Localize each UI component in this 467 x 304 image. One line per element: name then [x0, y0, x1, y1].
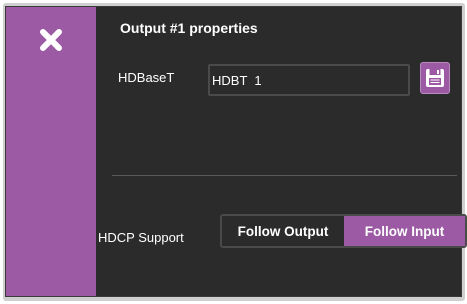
hdbaset-label: HDBaseT [118, 70, 175, 85]
save-button[interactable] [420, 62, 450, 94]
hdcp-support-toggle: Follow Output Follow Input [220, 214, 467, 248]
close-button[interactable] [38, 27, 64, 53]
floppy-disk-icon [426, 69, 444, 87]
side-strip [6, 7, 96, 296]
hdbaset-name-input[interactable] [208, 64, 410, 96]
panel-title: Output #1 properties [120, 20, 258, 36]
follow-output-button[interactable]: Follow Output [222, 216, 344, 246]
close-icon [40, 29, 62, 51]
hdcp-support-label: HDCP Support [98, 230, 184, 245]
output-properties-panel: Output #1 properties HDBaseT HDCP Suppor… [5, 6, 467, 297]
properties-content: Output #1 properties HDBaseT HDCP Suppor… [96, 7, 467, 296]
follow-input-button[interactable]: Follow Input [344, 216, 465, 246]
section-divider [112, 175, 457, 176]
